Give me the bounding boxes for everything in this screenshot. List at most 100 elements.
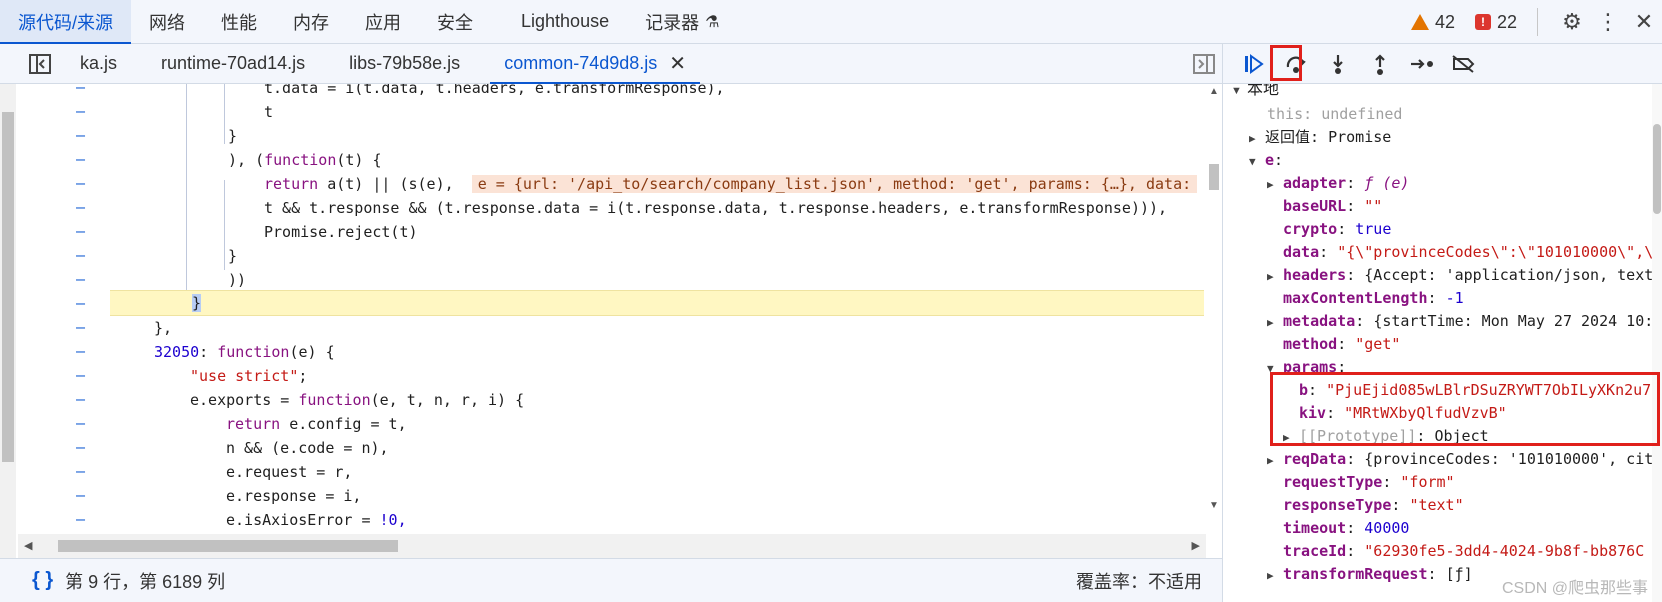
scope-row-method[interactable]: method: "get"	[1283, 332, 1662, 356]
scope-row-traceId[interactable]: traceId: "62930fe5-3dd4-4024-9b8f-bb876C	[1283, 539, 1662, 563]
scope-local-header[interactable]: ▼ 本地	[1231, 84, 1651, 102]
errors-count: 22	[1496, 11, 1517, 32]
scope-row-reqData[interactable]: ▶ reqData: {provinceCodes: '101010000', c…	[1267, 447, 1662, 471]
errors-badge[interactable]: ! 22	[1474, 11, 1517, 33]
scope-row-prototype[interactable]: ▶ [[Prototype]]: Object	[1283, 424, 1662, 448]
scope-row-requestType[interactable]: requestType: "form"	[1283, 470, 1662, 494]
gutter-marker: –	[76, 342, 86, 360]
collapsed-arrow-icon: ▶	[1267, 316, 1274, 329]
collapsed-arrow-icon: ▶	[1283, 431, 1290, 444]
gutter-marker: –	[76, 84, 86, 96]
sidebar-right-icon	[1193, 53, 1215, 74]
code-line: e.exports = function(e, t, n, r, i) {	[190, 391, 525, 409]
scope-row-this[interactable]: this: undefined	[1267, 102, 1662, 126]
file-tab-label: libs-79b58e.js	[349, 53, 461, 73]
tab-security[interactable]: 安全	[419, 0, 491, 44]
code-line: ), (function(t) {	[228, 151, 382, 169]
step-out-button[interactable]	[1359, 46, 1401, 82]
pretty-print-icon[interactable]: { }	[32, 569, 53, 592]
scope-row-baseURL[interactable]: baseURL: ""	[1283, 194, 1662, 218]
tab-recorder[interactable]: 记录器 ⚗	[627, 0, 737, 44]
tab-network-label: 网络	[149, 12, 186, 33]
scope-row-crypto[interactable]: crypto: true	[1283, 217, 1662, 241]
scope-row-data[interactable]: data: "{\"provinceCodes\":\"101010000\",…	[1283, 240, 1662, 264]
close-icon: ✕	[1634, 9, 1654, 34]
more-options-button[interactable]: ⋮	[1590, 4, 1626, 40]
tab-lighthouse[interactable]: Lighthouse	[503, 0, 627, 44]
code-line: return e.config = t,	[226, 415, 407, 433]
scroll-up-arrow-icon[interactable]: ▲	[1209, 86, 1219, 97]
tab-sources[interactable]: 源代码/来源	[0, 0, 132, 45]
resume-button[interactable]	[1233, 46, 1275, 82]
code-line: "use strict";	[190, 367, 308, 385]
file-tab-label: ka.js	[80, 53, 118, 73]
scope-row-adapter[interactable]: ▶ adapter: ƒ (e)	[1267, 171, 1662, 195]
scroll-down-arrow-icon[interactable]: ▼	[1209, 500, 1219, 511]
code-line: },	[154, 319, 173, 337]
resume-icon	[1245, 53, 1264, 74]
toggle-navigator-button[interactable]	[22, 46, 58, 82]
tab-network[interactable]: 网络	[131, 0, 203, 44]
scope-row-timeout[interactable]: timeout: 40000	[1283, 516, 1662, 540]
file-tab-runtime[interactable]: runtime-70ad14.js	[139, 44, 327, 84]
tab-recorder-label: 记录器	[645, 12, 700, 33]
step-over-button[interactable]	[1275, 46, 1317, 82]
gutter-marker: –	[76, 270, 86, 288]
step-into-button[interactable]	[1317, 46, 1359, 82]
tab-performance[interactable]: 性能	[203, 0, 275, 44]
navigator-scrollbar[interactable]	[0, 84, 16, 558]
collapsed-arrow-icon: ▶	[1267, 178, 1274, 191]
file-tab-ka[interactable]: ka.js	[58, 44, 139, 84]
gutter-marker: –	[76, 294, 86, 312]
scope-row-e[interactable]: ▼ e:	[1249, 148, 1662, 172]
editor-status-bar: { } 第 9 行，第 6189 列 覆盖率：不适用	[0, 558, 1222, 602]
scrollbar-thumb[interactable]	[1209, 164, 1219, 190]
scrollbar-thumb[interactable]	[58, 540, 398, 552]
scope-row-return[interactable]: ▶ 返回值: Promise	[1249, 125, 1662, 149]
tab-performance-label: 性能	[221, 12, 258, 33]
deactivate-breakpoints-button[interactable]	[1443, 46, 1485, 82]
editor-horizontal-scrollbar[interactable]: ◀ ▶	[18, 534, 1206, 558]
file-tab-libs[interactable]: libs-79b58e.js	[327, 44, 482, 84]
scope-row-params-kiv[interactable]: kiv: "MRtWXbyQlfudVzvB"	[1299, 401, 1662, 425]
scope-row-responseType[interactable]: responseType: "text"	[1283, 493, 1662, 517]
tab-application[interactable]: 应用	[347, 0, 419, 44]
settings-button[interactable]: ⚙	[1554, 4, 1590, 40]
scrollbar-thumb[interactable]	[1653, 124, 1661, 214]
gutter-marker: –	[76, 438, 86, 456]
code-line: ))	[228, 271, 247, 289]
scope-row-params-b[interactable]: b: "PjuEjid085wLBlrDSuZRYWT7ObILyXKn2u7	[1299, 378, 1662, 402]
code-line: e.request = r,	[226, 463, 353, 481]
scope-row-maxContentLength[interactable]: maxContentLength: -1	[1283, 286, 1662, 310]
gutter-marker: –	[76, 102, 86, 120]
gutter-marker: –	[76, 198, 86, 216]
file-tab-label: runtime-70ad14.js	[161, 53, 306, 73]
coverage-status[interactable]: 覆盖率：不适用	[1076, 568, 1202, 594]
code-line: e.response = i,	[226, 487, 362, 505]
scope-row-params[interactable]: ▼ params:	[1267, 355, 1662, 379]
warnings-badge[interactable]: 42	[1410, 11, 1455, 33]
close-tab-icon[interactable]: ✕	[669, 51, 686, 76]
debugger-toolbar	[1223, 44, 1662, 84]
scope-row-headers[interactable]: ▶ headers: {Accept: 'application/json, te…	[1267, 263, 1662, 287]
step-button[interactable]	[1401, 46, 1443, 82]
scroll-left-arrow-icon[interactable]: ◀	[24, 539, 32, 552]
close-devtools-button[interactable]: ✕	[1626, 4, 1662, 40]
scope-scrollbar[interactable]	[1652, 84, 1662, 602]
scope-row-metadata[interactable]: ▶ metadata: {startTime: Mon May 27 2024 1…	[1267, 309, 1662, 333]
scroll-right-arrow-icon[interactable]: ▶	[1192, 539, 1200, 552]
inline-value-e[interactable]: e = {url: '/api_to/search/company_list.j…	[471, 175, 1198, 193]
step-out-icon	[1375, 53, 1385, 75]
scrollbar-thumb[interactable]	[2, 112, 14, 462]
gutter-marker: –	[76, 486, 86, 504]
file-tab-common[interactable]: common-74d9d8.js ✕	[482, 44, 708, 85]
collapsed-arrow-icon: ▶	[1267, 454, 1274, 467]
code-editor[interactable]: – – – – – – – – – – – – – – – – – – – t.…	[0, 84, 1222, 558]
warnings-count: 42	[1434, 11, 1455, 32]
gutter-marker: –	[76, 318, 86, 336]
editor-vertical-scrollbar[interactable]: ▲ ▼	[1206, 84, 1222, 534]
tab-memory[interactable]: 内存	[275, 0, 347, 44]
toggle-debugger-button[interactable]	[1186, 46, 1222, 82]
current-execution-line: }	[110, 290, 1204, 316]
line-gutter[interactable]: – – – – – – – – – – – – – – – – – – –	[16, 84, 110, 558]
